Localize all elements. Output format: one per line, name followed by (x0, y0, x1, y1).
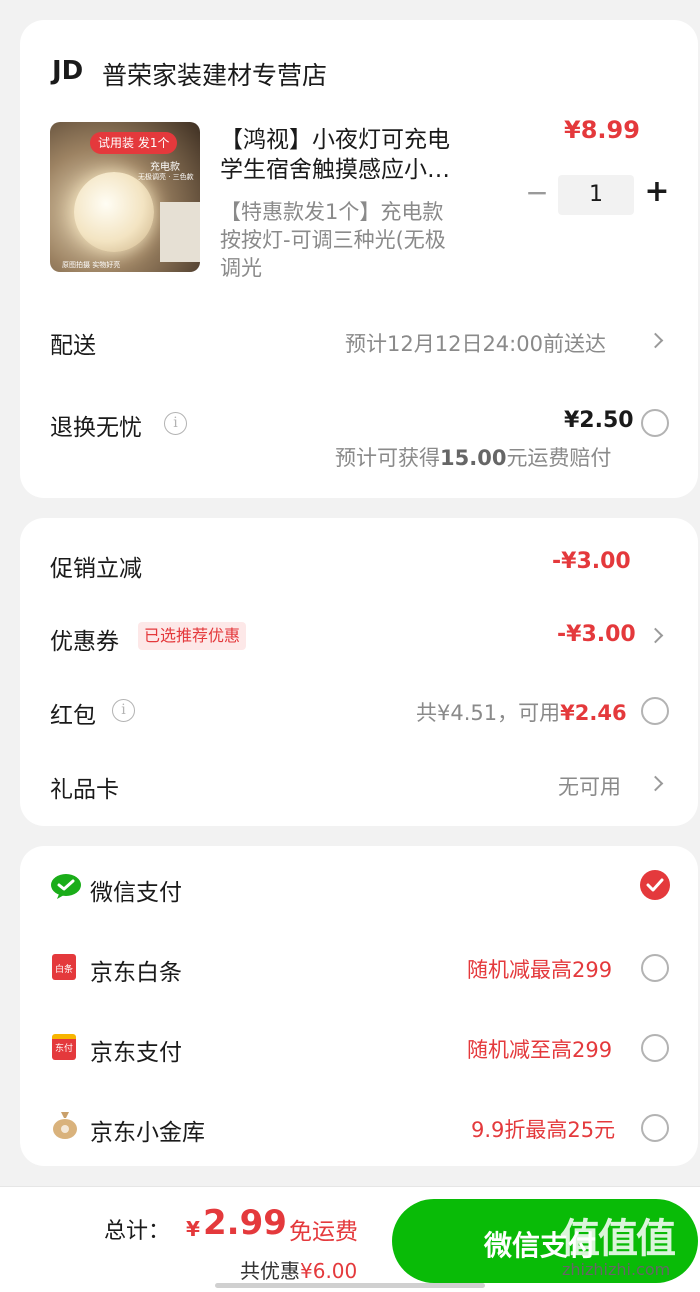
returns-label: 退换无忧 (50, 415, 142, 441)
delivery-value[interactable]: 预计12月12日24:00前送达 (345, 328, 606, 358)
jdpay-label: 京东支付 (90, 1040, 182, 1066)
money-bag-icon (53, 1112, 77, 1139)
order-item-card: JD 普荣家装建材专营店 试用装 发1个 充电款 无极调亮 · 三色款 原图拍摄… (20, 20, 698, 498)
coupon-tag: 已选推荐优惠 (138, 622, 247, 650)
delivery-label: 配送 (50, 333, 96, 359)
returns-note-suffix: 元运费赔付 (506, 446, 612, 470)
jdpay-icon-text: 东付 (54, 1044, 73, 1054)
product-spec-line3[interactable]: 调光 (220, 252, 262, 282)
thumb-box (160, 202, 200, 262)
quantity-minus-button[interactable]: − (522, 176, 552, 209)
product-title-line2[interactable]: 学生宿舍触摸感应小… (220, 150, 450, 184)
promo-label: 促销立减 (50, 556, 142, 582)
redpacket-label: 红包 (50, 703, 96, 729)
wechat-pay-icon (51, 874, 81, 899)
redpacket-values: 共¥4.51，可用¥2.46 (416, 697, 627, 727)
discounts-card: 促销立减 -¥3.00 优惠券 已选推荐优惠 -¥3.00 红包 i 共¥4.5… (20, 518, 698, 826)
returns-note-prefix: 预计可获得 (335, 446, 440, 470)
returns-info-icon[interactable]: i (164, 412, 187, 435)
baitiao-promo: 随机减最高299 (467, 958, 613, 982)
total-currency: ¥ (186, 1217, 200, 1241)
thumb-sub-caption: 无极调亮 · 三色款 (138, 173, 194, 181)
giftcard-chevron-icon[interactable] (647, 775, 664, 792)
payment-option-wechat[interactable]: 微信支付 (20, 846, 698, 926)
returns-note-amount: 15.00 (440, 446, 507, 470)
redpacket-info-icon[interactable]: i (112, 699, 135, 722)
payment-option-jdpay[interactable]: 东付 京东支付 随机减至高299 (20, 1006, 698, 1086)
payment-option-baitiao[interactable]: 白条 京东白条 随机减最高299 (20, 926, 698, 1006)
payment-methods-card: 微信支付 白条 京东白条 随机减最高299 东付 京东支付 随机减至高299 京… (20, 846, 698, 1166)
jd-logo: JD (52, 56, 84, 86)
thumb-footer: 原图拍摄 实物好亮 (62, 261, 121, 269)
baitiao-label: 京东白条 (90, 960, 182, 986)
coupon-chevron-icon[interactable] (647, 627, 664, 644)
redpacket-usable: ¥2.46 (560, 701, 627, 725)
payment-option-jinku[interactable]: 京东小金库 9.9折最高25元 (20, 1086, 698, 1166)
baitiao-radio[interactable] (641, 954, 669, 982)
giftcard-label: 礼品卡 (50, 777, 119, 803)
giftcard-value[interactable]: 无可用 (558, 771, 621, 801)
product-thumbnail[interactable]: 试用装 发1个 充电款 无极调亮 · 三色款 原图拍摄 实物好亮 (50, 122, 200, 272)
product-spec-line2[interactable]: 按按灯-可调三种光(无极 (220, 224, 446, 254)
jdpay-icon: 东付 (52, 1034, 76, 1060)
returns-price: ¥2.50 (564, 408, 634, 433)
jinku-label: 京东小金库 (90, 1120, 205, 1146)
total-label: 总计： (104, 1219, 171, 1244)
returns-note: 预计可获得15.00元运费赔付 (335, 442, 611, 472)
coupon-value[interactable]: -¥3.00 (557, 622, 636, 647)
jdpay-promo: 随机减至高299 (467, 1038, 613, 1062)
jdpay-radio[interactable] (641, 1034, 669, 1062)
returns-radio[interactable] (641, 409, 669, 437)
saved-amount: ¥6.00 (300, 1259, 358, 1283)
delivery-chevron-icon[interactable] (647, 332, 664, 349)
redpacket-total: 共¥4.51，可用 (416, 701, 561, 725)
product-title-line1[interactable]: 【鸿视】小夜灯可充电 (220, 120, 450, 154)
saved-summary: 共优惠¥6.00 (240, 1255, 357, 1284)
baitiao-icon: 白条 (52, 954, 76, 980)
quantity-value[interactable]: 1 (558, 175, 634, 215)
thumb-sub-title: 充电款 (150, 162, 180, 173)
thumb-badge: 试用装 发1个 (90, 132, 178, 154)
baitiao-icon-text: 白条 (54, 965, 73, 975)
wechat-pay-label: 微信支付 (90, 880, 182, 906)
watermark-url: zhizhizhi.com (562, 1260, 671, 1279)
watermark: 值值值 zhizhizhi.com (560, 1200, 700, 1292)
jinku-promo: 9.9折最高25元 (471, 1118, 616, 1142)
night-light-image (74, 172, 154, 252)
promo-value: -¥3.00 (552, 549, 631, 574)
free-shipping-label: 免运费 (289, 1219, 358, 1245)
redpacket-radio[interactable] (641, 697, 669, 725)
quantity-plus-button[interactable]: + (642, 174, 672, 209)
store-name[interactable]: 普荣家装建材专营店 (102, 56, 327, 92)
product-price: ¥8.99 (564, 116, 640, 144)
total-amount: 2.99 (203, 1203, 287, 1243)
saved-prefix: 共优惠 (240, 1259, 300, 1283)
jinku-radio[interactable] (641, 1114, 669, 1142)
wechat-pay-selected-check-icon[interactable] (640, 870, 670, 900)
watermark-logo: 值值值 (560, 1216, 676, 1262)
coupon-label: 优惠券 (50, 629, 119, 655)
home-indicator (215, 1283, 485, 1288)
product-spec-line1[interactable]: 【特惠款发1个】充电款 (220, 196, 443, 226)
